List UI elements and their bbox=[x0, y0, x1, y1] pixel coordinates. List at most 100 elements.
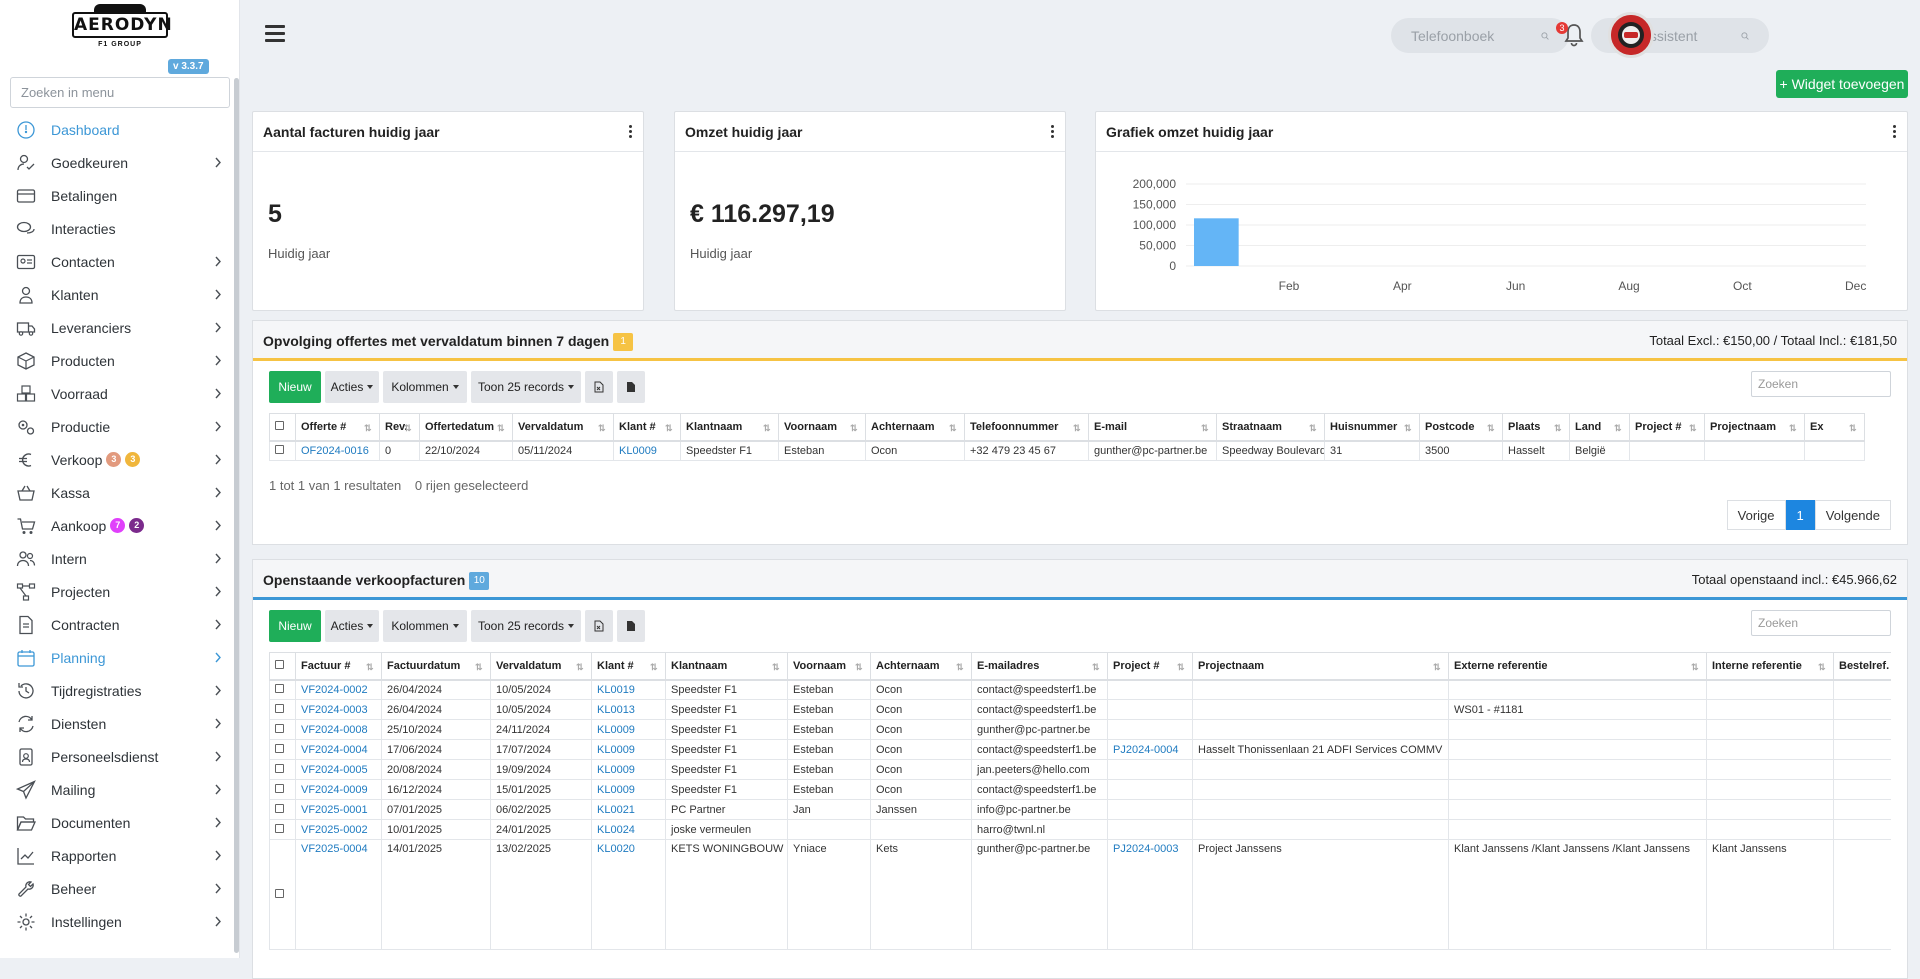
sidebar-item-intern[interactable]: Intern bbox=[0, 542, 236, 575]
hamburger-menu-icon[interactable] bbox=[265, 25, 285, 43]
user-avatar[interactable] bbox=[1608, 12, 1654, 58]
sidebar-item-dashboard[interactable]: Dashboard bbox=[0, 113, 236, 146]
quotes-search-input[interactable] bbox=[1751, 371, 1891, 397]
table-cell[interactable]: VF2024-0008 bbox=[295, 719, 382, 740]
select-all-checkbox[interactable] bbox=[269, 413, 296, 442]
table-cell[interactable]: KL0009 bbox=[613, 440, 681, 461]
table-row[interactable]: VF2025-0004 14/01/2025 13/02/2025 KL0020 KET… bbox=[269, 839, 1891, 950]
table-cell[interactable]: KL0019 bbox=[591, 679, 666, 700]
sidebar-item-mailing[interactable]: Mailing bbox=[0, 773, 236, 806]
table-cell[interactable]: VF2025-0002 bbox=[295, 819, 382, 840]
row-checkbox[interactable] bbox=[269, 719, 296, 740]
search-icon[interactable] bbox=[1741, 29, 1749, 43]
sidebar-item-voorraad[interactable]: Voorraad bbox=[0, 377, 236, 410]
prev-page-button[interactable]: Vorige bbox=[1726, 500, 1786, 530]
column-header[interactable]: Rev. ⇅ bbox=[379, 413, 420, 442]
sidebar-item-contacten[interactable]: Contacten bbox=[0, 245, 236, 278]
table-cell[interactable]: VF2024-0002 bbox=[295, 679, 382, 700]
column-header[interactable]: Offerte # ⇅ bbox=[295, 413, 380, 442]
table-row[interactable]: VF2024-0004 17/06/2024 17/07/2024 KL0009 Spe… bbox=[269, 739, 1891, 760]
sidebar-item-interacties[interactable]: Interacties bbox=[0, 212, 236, 245]
actions-dropdown[interactable]: Acties bbox=[325, 610, 379, 642]
table-cell[interactable]: VF2024-0009 bbox=[295, 779, 382, 800]
table-row[interactable]: VF2024-0002 26/04/2024 10/05/2024 KL0019 Spe… bbox=[269, 679, 1891, 700]
sidebar-item-projecten[interactable]: Projecten bbox=[0, 575, 236, 608]
column-header[interactable]: Factuurdatum ⇅ bbox=[381, 652, 491, 681]
column-header[interactable]: Voornaam ⇅ bbox=[778, 413, 866, 442]
row-checkbox[interactable] bbox=[269, 739, 296, 760]
invoices-search-input[interactable] bbox=[1751, 610, 1891, 636]
column-header[interactable]: Project # ⇅ bbox=[1107, 652, 1193, 681]
next-page-button[interactable]: Volgende bbox=[1814, 500, 1891, 530]
column-header[interactable]: Voornaam ⇅ bbox=[787, 652, 871, 681]
row-checkbox[interactable] bbox=[269, 679, 296, 700]
table-cell[interactable]: KL0009 bbox=[591, 739, 666, 760]
company-logo[interactable]: AERODYN F1 GROUP bbox=[72, 4, 172, 56]
column-header[interactable]: Interne referentie ⇅ bbox=[1706, 652, 1834, 681]
export-excel-button[interactable] bbox=[585, 610, 613, 642]
sidebar-item-tijdregistraties[interactable]: Tijdregistraties bbox=[0, 674, 236, 707]
phonebook-search-input[interactable] bbox=[1411, 27, 1541, 44]
select-all-checkbox[interactable] bbox=[269, 652, 296, 681]
column-header[interactable]: Project # ⇅ bbox=[1629, 413, 1705, 442]
column-header[interactable]: Klant # ⇅ bbox=[591, 652, 666, 681]
page-size-dropdown[interactable]: Toon 25 records bbox=[471, 610, 581, 642]
export-pdf-button[interactable] bbox=[617, 371, 645, 403]
column-header[interactable]: Bestelref. kl⇅ bbox=[1833, 652, 1891, 681]
row-checkbox[interactable] bbox=[269, 819, 296, 840]
table-cell[interactable]: KL0013 bbox=[591, 699, 666, 720]
kebab-menu-icon[interactable] bbox=[1051, 125, 1055, 139]
column-header[interactable]: Klant # ⇅ bbox=[613, 413, 681, 442]
sidebar-item-diensten[interactable]: Diensten bbox=[0, 707, 236, 740]
column-header[interactable]: Huisnummer ⇅ bbox=[1324, 413, 1420, 442]
table-cell[interactable]: KL0009 bbox=[591, 779, 666, 800]
table-row[interactable]: VF2024-0003 26/04/2024 10/05/2024 KL0013 Spe… bbox=[269, 699, 1891, 720]
kebab-menu-icon[interactable] bbox=[629, 125, 633, 139]
sidebar-scrollbar[interactable] bbox=[234, 78, 239, 953]
add-widget-button[interactable]: + Widget toevoegen bbox=[1776, 70, 1908, 98]
export-excel-button[interactable] bbox=[585, 371, 613, 403]
actions-dropdown[interactable]: Acties bbox=[325, 371, 379, 403]
row-checkbox[interactable] bbox=[269, 839, 296, 950]
row-checkbox[interactable] bbox=[269, 779, 296, 800]
table-row[interactable]: VF2024-0009 16/12/2024 15/01/2025 KL0009 Spe… bbox=[269, 779, 1891, 800]
table-cell[interactable]: VF2024-0004 bbox=[295, 739, 382, 760]
sidebar-item-contracten[interactable]: Contracten bbox=[0, 608, 236, 641]
column-header[interactable]: Ex ⇅ bbox=[1804, 413, 1865, 442]
column-header[interactable]: Plaats ⇅ bbox=[1502, 413, 1570, 442]
sidebar-item-rapporten[interactable]: Rapporten bbox=[0, 839, 236, 872]
sidebar-item-kassa[interactable]: Kassa bbox=[0, 476, 236, 509]
phonebook-search[interactable] bbox=[1391, 18, 1569, 53]
table-cell[interactable]: VF2025-0004 bbox=[295, 839, 382, 950]
sidebar-item-leveranciers[interactable]: Leveranciers bbox=[0, 311, 236, 344]
table-row[interactable]: VF2025-0001 07/01/2025 06/02/2025 KL0021 PC … bbox=[269, 799, 1891, 820]
columns-dropdown[interactable]: Kolommen bbox=[383, 371, 467, 403]
table-row[interactable]: VF2025-0002 10/01/2025 24/01/2025 KL0024 jos… bbox=[269, 819, 1891, 840]
sidebar-item-documenten[interactable]: Documenten bbox=[0, 806, 236, 839]
table-cell[interactable]: PJ2024-0003 bbox=[1107, 839, 1193, 950]
table-row[interactable]: VF2024-0008 25/10/2024 24/11/2024 KL0009 Spe… bbox=[269, 719, 1891, 740]
row-checkbox[interactable] bbox=[269, 759, 296, 780]
column-header[interactable]: Achternaam ⇅ bbox=[870, 652, 972, 681]
column-header[interactable]: Land ⇅ bbox=[1569, 413, 1630, 442]
column-header[interactable]: Klantnaam ⇅ bbox=[680, 413, 779, 442]
column-header[interactable]: Externe referentie ⇅ bbox=[1448, 652, 1707, 681]
column-header[interactable]: Straatnaam ⇅ bbox=[1216, 413, 1325, 442]
table-row[interactable]: OF2024-0016 0 22/10/2024 05/11/2024 KL0009 Sp… bbox=[269, 440, 1865, 461]
sidebar-item-instellingen[interactable]: Instellingen bbox=[0, 905, 236, 938]
sidebar-item-klanten[interactable]: Klanten bbox=[0, 278, 236, 311]
table-cell[interactable]: KL0024 bbox=[591, 819, 666, 840]
sidebar-item-planning[interactable]: Planning bbox=[0, 641, 236, 674]
sidebar-item-betalingen[interactable]: Betalingen bbox=[0, 179, 236, 212]
new-button[interactable]: Nieuw bbox=[269, 371, 321, 403]
sidebar-item-goedkeuren[interactable]: Goedkeuren bbox=[0, 146, 236, 179]
column-header[interactable]: Klantnaam ⇅ bbox=[665, 652, 788, 681]
page-1-button[interactable]: 1 bbox=[1785, 500, 1815, 530]
sidebar-item-verkoop[interactable]: Verkoop 3 3 bbox=[0, 443, 236, 476]
row-checkbox[interactable] bbox=[269, 440, 296, 461]
sidebar-item-beheer[interactable]: Beheer bbox=[0, 872, 236, 905]
column-header[interactable]: Achternaam ⇅ bbox=[865, 413, 965, 442]
column-header[interactable]: E-mailadres ⇅ bbox=[971, 652, 1108, 681]
column-header[interactable]: Vervaldatum ⇅ bbox=[490, 652, 592, 681]
column-header[interactable]: Vervaldatum ⇅ bbox=[512, 413, 614, 442]
